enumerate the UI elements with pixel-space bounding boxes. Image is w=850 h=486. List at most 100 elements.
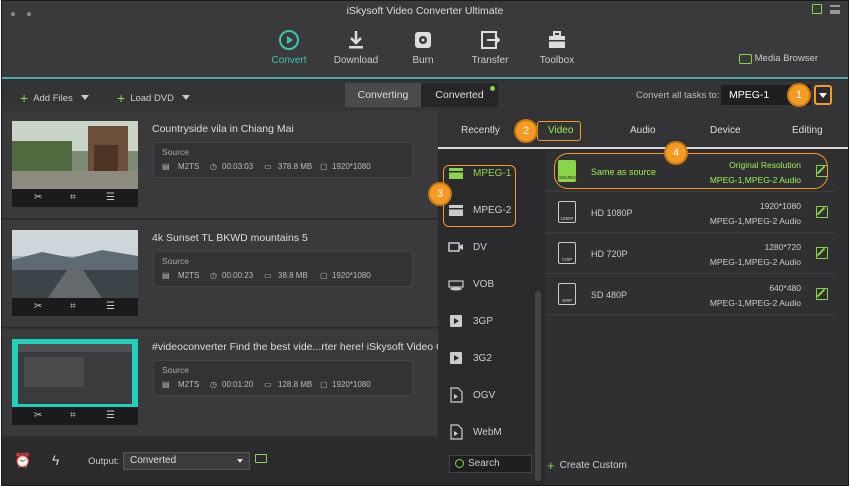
tab-editing[interactable]: Editing [792, 125, 823, 136]
resolution-detail: 640*480 [769, 283, 801, 293]
category-scrollbar[interactable] [535, 291, 541, 481]
video-title: 4k Sunset TL BKWD mountains 5 [152, 232, 308, 244]
create-custom-button[interactable]: + Create Custom [547, 458, 627, 473]
output-label: Output: [88, 456, 120, 467]
footer-bar: ⏰ ϟ Output: Converted [2, 439, 438, 485]
category-vob[interactable]: VOB [438, 266, 538, 303]
gift-icon[interactable] [812, 4, 822, 14]
video-thumbnail[interactable] [12, 121, 138, 189]
tab-device[interactable]: Device [710, 125, 741, 136]
convert-icon [279, 30, 299, 50]
folder-icon: ▭ [264, 271, 272, 280]
add-files-button[interactable]: + Add Files [20, 90, 89, 106]
duration-value: 00:01:20 [222, 380, 254, 389]
thumbnail-toolbar: ✂ ⌗ ☰ [12, 189, 138, 207]
selected-resolution-highlight [554, 153, 828, 189]
app-window: ● ● iSkysoft Video Converter Ultimate Co… [1, 0, 849, 486]
tool-download[interactable]: Download [326, 29, 386, 66]
tab-audio[interactable]: Audio [630, 125, 656, 136]
category-dv[interactable]: DV [438, 229, 538, 266]
video-row[interactable]: ✂ ⌗ ☰ #videoconverter Find the best vide… [2, 329, 453, 437]
download-icon [349, 31, 363, 49]
category-label: VOB [473, 279, 495, 290]
category-ogv[interactable]: OGV [438, 377, 538, 414]
category-3gp[interactable]: 3GP [438, 303, 538, 340]
resolution-720p[interactable]: 720P HD 720P 1280*720 MPEG-1,MPEG-2 Audi… [546, 233, 836, 274]
video-thumbnail[interactable] [12, 230, 138, 298]
media-browser-link[interactable]: Media Browser [755, 53, 818, 64]
alarm-clock-icon[interactable]: ⏰ [14, 452, 31, 469]
scissors-icon[interactable]: ✂ [34, 301, 42, 312]
camcorder-icon [448, 242, 463, 252]
play-box-icon [450, 352, 462, 364]
lightning-icon[interactable]: ϟ [52, 452, 59, 468]
edit-icon[interactable] [816, 288, 828, 300]
crop-icon[interactable]: ⌗ [70, 192, 76, 203]
video-row[interactable]: ✂ ⌗ ☰ Countryside vila in Chiang Mai Sou… [2, 111, 438, 219]
source-label: Source [162, 147, 189, 157]
category-label: OGV [473, 390, 496, 401]
resolution-1080p[interactable]: 1080P HD 1080P 1920*1080 MPEG-1,MPEG-2 A… [546, 192, 836, 233]
tab-converted[interactable]: Converted [421, 83, 498, 107]
video-tab-highlight [537, 121, 581, 141]
category-3g2[interactable]: 3G2 [438, 340, 538, 377]
add-files-label: Add Files [33, 93, 73, 104]
resolution-480p[interactable]: 480P SD 480P 640*480 MPEG-1,MPEG-2 Audio [546, 274, 836, 315]
folder-icon: ▭ [264, 162, 272, 171]
media-browser-icon[interactable] [739, 54, 752, 64]
source-label: Source [162, 256, 189, 266]
edit-icon[interactable] [816, 247, 828, 259]
duration-value: 00:00:23 [222, 271, 254, 280]
resolution-icon: ▢ [320, 271, 328, 280]
tool-burn[interactable]: Burn [393, 29, 453, 66]
format-search-input[interactable]: Search [449, 455, 532, 473]
scissors-icon[interactable]: ✂ [34, 410, 42, 421]
open-folder-icon[interactable] [255, 454, 267, 463]
settings-sliders-icon[interactable]: ☰ [106, 410, 115, 421]
load-dvd-button[interactable]: + Load DVD [117, 90, 191, 106]
category-webm[interactable]: WebM [438, 414, 538, 451]
create-custom-label: Create Custom [559, 460, 627, 471]
edit-icon[interactable] [816, 206, 828, 218]
format-icon: ▤ [162, 380, 170, 389]
folder-icon: ▭ [264, 380, 272, 389]
format-dropdown-button[interactable] [814, 85, 832, 105]
menu-icon[interactable] [830, 5, 840, 14]
output-folder-select[interactable]: Converted [123, 452, 250, 470]
source-info: Source ▤ M2TS ◷ 00:00:23 ▭ 38.8 MB ▢ 192… [153, 251, 413, 287]
category-label: 3GP [473, 316, 494, 327]
format-icon: ▤ [162, 162, 170, 171]
tool-toolbox[interactable]: Toolbox [527, 29, 587, 66]
video-thumbnail[interactable] [12, 339, 138, 407]
resolution-detail: 1280*720 [764, 242, 801, 252]
plus-icon: + [117, 90, 126, 106]
resolution-icon: ▢ [320, 162, 328, 171]
tab-recently[interactable]: Recently [461, 125, 500, 136]
resolution-icon: ▢ [320, 380, 328, 389]
tab-converting[interactable]: Converting [345, 83, 421, 107]
tool-label: Burn [412, 55, 434, 66]
file-video-icon [450, 424, 463, 440]
callout-badge-2: 2 [516, 121, 536, 141]
crop-icon[interactable]: ⌗ [70, 301, 76, 312]
clock-icon: ◷ [210, 271, 217, 280]
dvd-icon [448, 280, 464, 291]
audio-detail: MPEG-1,MPEG-2 Audio [709, 216, 801, 226]
tool-convert[interactable]: Convert [259, 29, 319, 66]
tool-label: Transfer [471, 55, 509, 66]
tool-label: Convert [271, 55, 307, 66]
scissors-icon[interactable]: ✂ [34, 192, 42, 203]
video-title: #videoconverter Find the best vide...rte… [152, 341, 453, 353]
format-icon: ▤ [162, 271, 170, 280]
hd-720p-icon: 720P [558, 242, 576, 264]
category-label: DV [473, 242, 487, 253]
settings-sliders-icon[interactable]: ☰ [106, 301, 115, 312]
chevron-down-icon[interactable] [182, 95, 191, 100]
video-row[interactable]: ✂ ⌗ ☰ 4k Sunset TL BKWD mountains 5 Sour… [2, 220, 438, 328]
tool-transfer[interactable]: Transfer [460, 29, 520, 66]
crop-icon[interactable]: ⌗ [70, 410, 76, 421]
settings-sliders-icon[interactable]: ☰ [106, 192, 115, 203]
title-bar: ● ● iSkysoft Video Converter Ultimate [2, 1, 848, 21]
video-list: ✂ ⌗ ☰ Countryside vila in Chiang Mai Sou… [2, 111, 453, 439]
chevron-down-icon[interactable] [80, 95, 89, 100]
